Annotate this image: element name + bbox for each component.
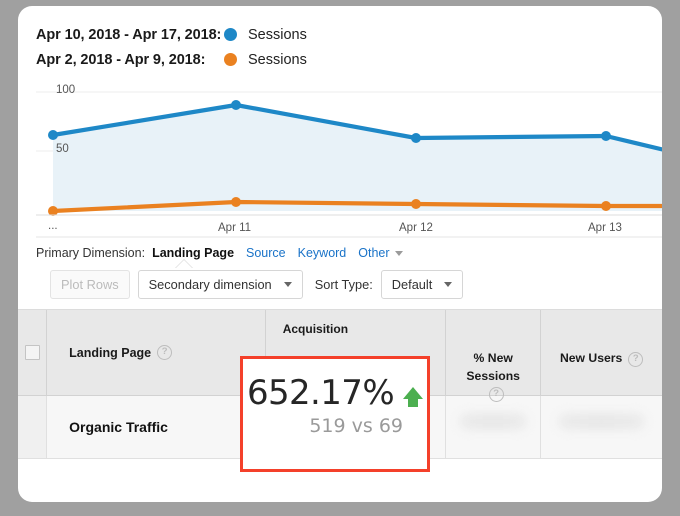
row-new-sessions-cell [446,396,542,458]
series-point-previous[interactable] [601,201,611,211]
header-new-sessions-label: % New Sessions [466,351,520,383]
percentage-change-callout: 652.17% 519 vs 69 [240,356,430,472]
secondary-dimension-dropdown[interactable]: Secondary dimension [137,270,303,299]
acquisition-group-label: Acquisition [282,322,349,336]
sort-type-dropdown[interactable]: Default [380,270,464,299]
legend-dot-previous [224,53,237,66]
series-point-current[interactable] [411,133,421,143]
secondary-dimension-label: Secondary dimension [148,277,272,292]
legend-row-current: Apr 10, 2018 - Apr 17, 2018: Sessions [36,22,662,47]
plot-rows-label: Plot Rows [61,277,119,292]
help-icon[interactable]: ? [628,352,644,367]
legend-date-range-previous: Apr 2, 2018 - Apr 9, 2018: [36,51,206,68]
series-point-previous[interactable] [231,197,241,207]
table-controls: Plot Rows Secondary dimension Sort Type:… [18,260,662,309]
help-icon[interactable]: ? [157,345,173,360]
header-new-users[interactable]: New Users? [541,310,662,395]
legend-metric-current: Sessions [248,26,307,43]
primary-dimension-bar: Primary Dimension: Landing Page Source K… [18,238,662,269]
plot-rows-button[interactable]: Plot Rows [50,270,130,299]
arrow-up-icon [403,387,424,407]
redacted-value [558,413,646,431]
series-point-current[interactable] [48,130,58,140]
chevron-down-icon [283,282,292,287]
chevron-down-icon [444,282,453,287]
series-point-current[interactable] [601,131,611,141]
chart-canvas [36,91,662,238]
header-landing-page-label: Landing Page [69,345,152,360]
primary-dimension-other-label: Other [358,246,390,260]
sort-type-label: Sort Type: [314,277,373,292]
header-new-sessions[interactable]: % New Sessions ? [446,310,542,403]
header-landing-page[interactable]: Landing Page ? [47,310,266,395]
callout-main-row: 652.17% [243,373,427,413]
primary-dimension-source[interactable]: Source [246,246,286,260]
row-new-users-cell [541,396,662,458]
legend-metric-previous: Sessions [248,51,307,68]
legend-dot-current [224,28,237,41]
series-point-previous[interactable] [411,199,421,209]
select-all-checkbox[interactable] [24,345,40,360]
redacted-value [459,413,528,431]
chart-legend: Apr 10, 2018 - Apr 17, 2018: Sessions Ap… [18,6,662,78]
header-new-users-inner: New Users? [541,350,662,368]
primary-dimension-keyword[interactable]: Keyword [298,246,347,260]
row-landing-page-cell: Organic Traffic [47,396,266,458]
legend-date-range-current: Apr 10, 2018 - Apr 17, 2018: [36,26,222,43]
primary-dimension-other[interactable]: Other [358,246,403,260]
primary-dimension-label: Primary Dimension: [36,246,146,260]
sessions-line-chart[interactable]: 100 50 ... Apr 11 Apr 12 Apr 13 [36,78,662,238]
primary-dimension-landing-page[interactable]: Landing Page [152,246,234,260]
header-select-all-cell [18,310,48,395]
legend-row-previous: Apr 2, 2018 - Apr 9, 2018: Sessions [36,47,662,72]
sort-type-value: Default [391,277,433,292]
series-point-current[interactable] [231,100,241,110]
selected-dimension-pointer [175,260,193,269]
percentage-change-value: 652.17% [246,373,395,413]
header-new-users-label: New Users [559,351,623,365]
comparison-value: 519 vs 69 [309,415,403,437]
chevron-down-icon [394,250,403,256]
row-select-cell[interactable] [18,396,48,458]
